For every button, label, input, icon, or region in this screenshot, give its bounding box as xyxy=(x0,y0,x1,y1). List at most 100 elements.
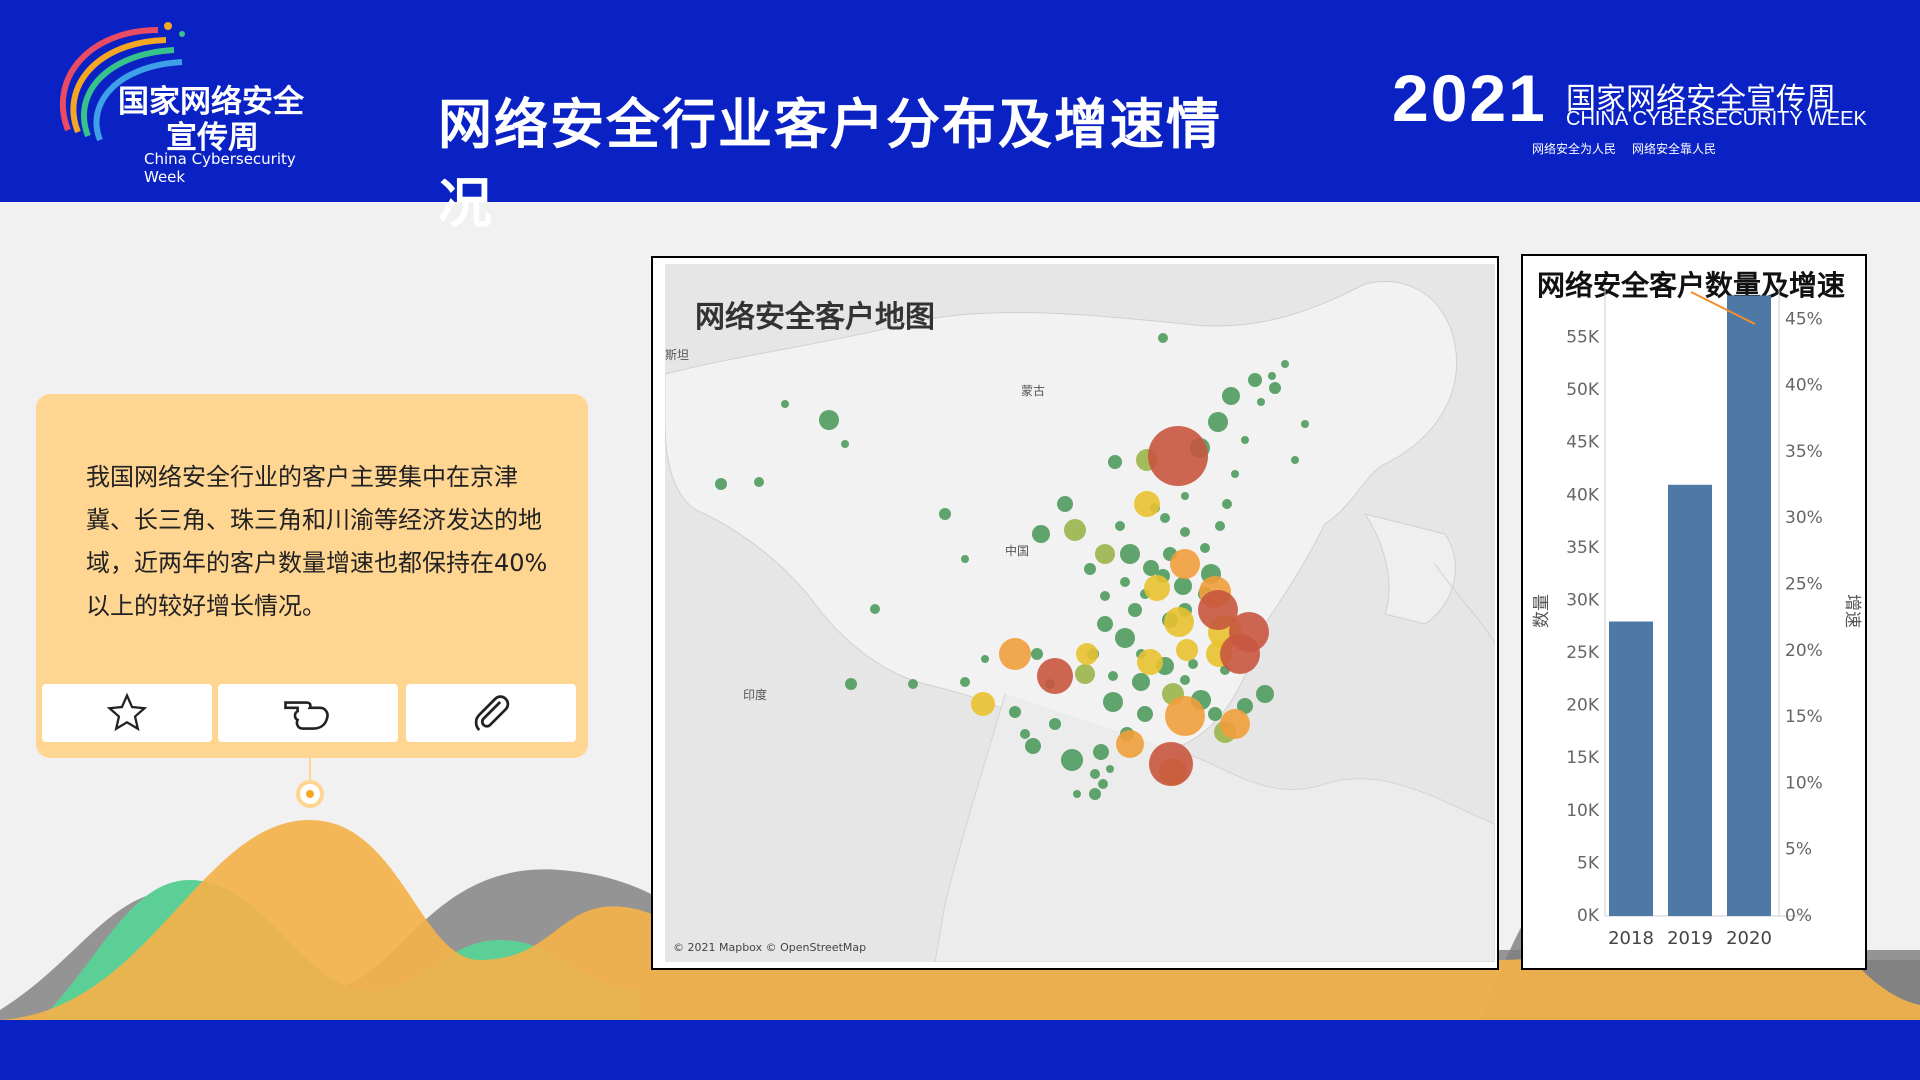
map-bubble xyxy=(1257,398,1265,406)
attach-button[interactable] xyxy=(406,684,576,742)
map-bubble xyxy=(1020,729,1030,739)
map-bubble xyxy=(715,478,727,490)
callout-text: 我国网络安全行业的客户主要集中在京津冀、长三角、珠三角和川渝等经济发达的地域，近… xyxy=(86,463,548,620)
map-bubble xyxy=(1097,616,1113,632)
y2-tick-label: 10% xyxy=(1785,773,1823,793)
x-tick-label: 2018 xyxy=(1608,928,1654,949)
map-bubble xyxy=(1037,658,1073,694)
map-bubble xyxy=(1064,519,1086,541)
map-bubble xyxy=(1256,685,1274,703)
map-bubble xyxy=(1137,706,1153,722)
logo-cybersecurity-week: 国家网络安全 宣传周 China Cybersecurity Week xyxy=(48,20,328,186)
map-bubble xyxy=(1220,709,1250,739)
map-bubble xyxy=(1057,496,1073,512)
map-bubble xyxy=(939,508,951,520)
footer-bar xyxy=(0,1020,1920,1080)
map-bubble xyxy=(1009,706,1021,718)
bar-2018 xyxy=(1609,621,1653,916)
map-bubble xyxy=(1061,749,1083,771)
map-bubble xyxy=(1180,675,1190,685)
map-bubble xyxy=(1149,742,1193,786)
page-title: 网络安全行业客户分布及增速情况 xyxy=(438,93,1222,235)
map-bubble xyxy=(1148,426,1208,486)
y-tick-label: 0K xyxy=(1577,906,1600,926)
map-bubble xyxy=(1120,544,1140,564)
map-bubble xyxy=(1158,333,1168,343)
map-credit: © 2021 Mapbox © OpenStreetMap xyxy=(673,941,867,954)
map-bubble xyxy=(1241,436,1249,444)
y2-tick-label: 15% xyxy=(1785,707,1823,727)
map-bubble xyxy=(1222,499,1232,509)
map-bubble xyxy=(1269,382,1281,394)
map-bubble xyxy=(1208,707,1222,721)
bar-2020 xyxy=(1727,295,1771,916)
map-bubble xyxy=(845,678,857,690)
map-bubble xyxy=(1231,470,1239,478)
map-bubble xyxy=(1090,769,1100,779)
y-tick-label: 30K xyxy=(1566,590,1600,610)
y2-tick-label: 5% xyxy=(1785,840,1812,860)
paperclip-icon xyxy=(474,695,510,732)
map-bubble xyxy=(1076,643,1098,665)
map-bubble xyxy=(1093,744,1109,760)
map-bubble xyxy=(1160,513,1170,523)
map-bubble xyxy=(1181,492,1189,500)
map-bubble xyxy=(1132,673,1150,691)
map-bubble xyxy=(981,655,989,663)
y2-tick-label: 25% xyxy=(1785,574,1823,594)
y-tick-label: 25K xyxy=(1566,643,1600,663)
map-bubble xyxy=(1106,765,1114,773)
y2-tick-label: 45% xyxy=(1785,309,1823,329)
map-bubble xyxy=(819,410,839,430)
bar-2019 xyxy=(1668,484,1712,916)
customer-map[interactable]: 蒙古 中国 印度 斯坦 网络安全客户地图 © 2021 Mapbox © Ope… xyxy=(665,264,1495,962)
y-tick-label: 35K xyxy=(1566,538,1600,558)
map-bubble xyxy=(1170,549,1200,579)
star-button[interactable] xyxy=(42,684,212,742)
logo-year: 2021 xyxy=(1392,61,1547,135)
map-bubble xyxy=(1208,412,1228,432)
map-bubble xyxy=(841,440,849,448)
map-bubble xyxy=(1100,591,1110,601)
map-bubble xyxy=(1031,648,1043,660)
logo-slogan-2: 网络安全靠人民 xyxy=(1632,142,1717,156)
y-tick-label: 50K xyxy=(1566,380,1600,400)
map-bubble xyxy=(999,638,1031,670)
map-bubble xyxy=(1025,738,1041,754)
y-tick-label: 15K xyxy=(1566,748,1600,768)
map-bubble xyxy=(960,677,970,687)
map-bubble xyxy=(1248,373,1262,387)
logo-left-en: China Cybersecurity Week xyxy=(144,150,296,186)
map-bubble xyxy=(1268,372,1276,380)
callout-card: 我国网络安全行业的客户主要集中在京津冀、长三角、珠三角和川渝等经济发达的地域，近… xyxy=(36,394,588,758)
bar-chart-panel: 网络安全客户数量及增速 0K 5K 10K 15K 20K 25K 30K 35K 40K 45K… xyxy=(1521,254,1867,970)
y-tick-label: 45K xyxy=(1566,433,1600,453)
y-tick-label: 10K xyxy=(1566,801,1600,821)
y-axis-label: 数量 xyxy=(1532,594,1552,628)
y-tick-label: 40K xyxy=(1566,485,1600,505)
map-bubble xyxy=(1176,639,1198,661)
map-bubble xyxy=(1095,544,1115,564)
map-bubble xyxy=(1075,664,1095,684)
map-bubble xyxy=(870,604,880,614)
map-bubble xyxy=(1120,577,1130,587)
pointer-button[interactable] xyxy=(218,684,398,742)
map-bubble xyxy=(1115,628,1135,648)
map-bubble xyxy=(1032,525,1050,543)
map-bubble xyxy=(1291,456,1299,464)
map-bubble xyxy=(1229,612,1269,652)
customer-map-panel: 蒙古 中国 印度 斯坦 网络安全客户地图 © 2021 Mapbox © Ope… xyxy=(651,256,1499,970)
map-bubble xyxy=(1115,521,1125,531)
logo-2021: 2021 国家网络安全宣传周 CHINA CYBERSECURITY WEEK … xyxy=(1392,61,1872,158)
map-bubble xyxy=(1084,563,1096,575)
x-tick-label: 2019 xyxy=(1667,928,1713,949)
y2-tick-label: 0% xyxy=(1785,906,1812,926)
y2-axis-label: 增速 xyxy=(1842,594,1862,628)
map-bubble xyxy=(971,692,995,716)
map-bubble xyxy=(1098,779,1108,789)
y2-tick-label: 30% xyxy=(1785,508,1823,528)
map-bubble xyxy=(1137,649,1163,675)
map-bubble xyxy=(1164,607,1194,637)
map-title: 网络安全客户地图 xyxy=(695,300,935,335)
y2-tick-label: 35% xyxy=(1785,442,1823,462)
